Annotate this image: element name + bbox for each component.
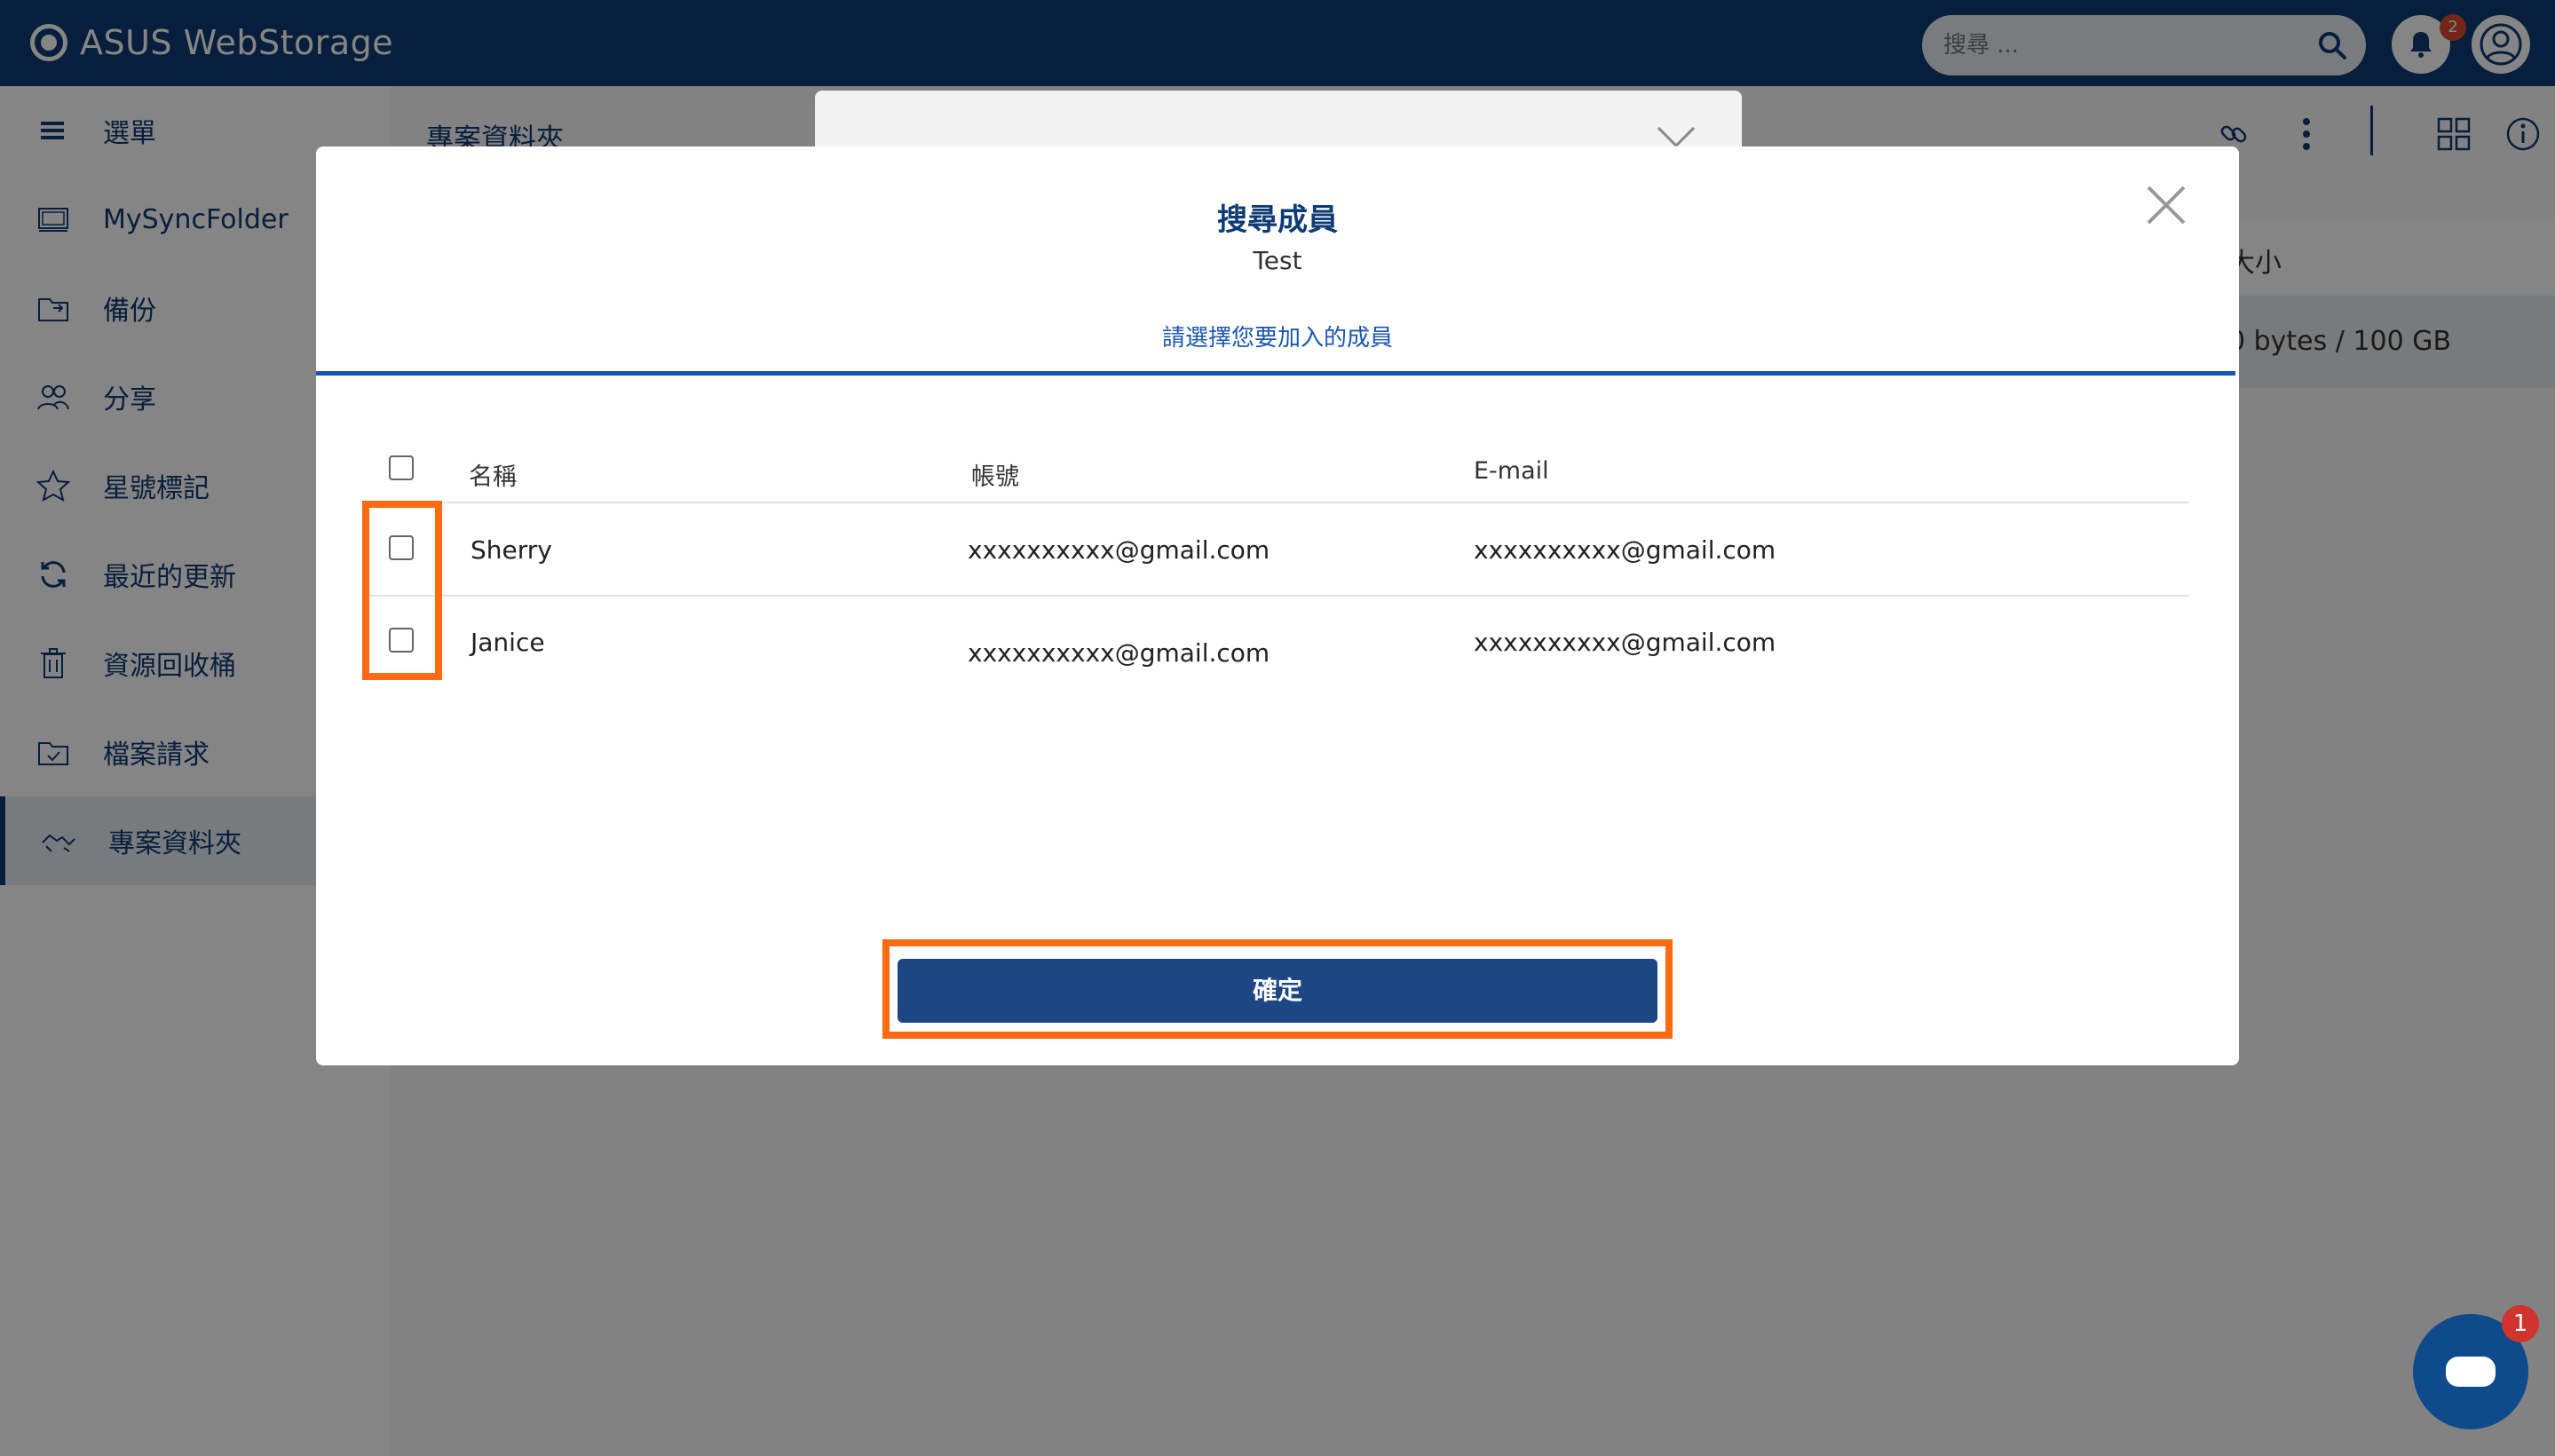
search-members-dialog: 搜尋成員 Test 請選擇您要加入的成員 名稱 帳號 E-mail Sherry… [316, 146, 2239, 1065]
member-email: xxxxxxxxxx@gmail.com [1474, 628, 1776, 657]
member-name: Janice [471, 628, 545, 657]
header-divider [366, 502, 2189, 503]
chat-badge: 1 [2502, 1305, 2539, 1342]
row-divider [366, 595, 2189, 597]
tab-underline [316, 371, 2235, 376]
chat-icon [2446, 1357, 2496, 1387]
tab-select-members[interactable]: 請選擇您要加入的成員 [316, 320, 2239, 352]
member-email: xxxxxxxxxx@gmail.com [1474, 535, 1776, 565]
column-header-email: E-mail [1474, 457, 1549, 485]
member-account: xxxxxxxxxx@gmail.com [968, 638, 1270, 668]
select-all-checkbox[interactable] [389, 455, 414, 480]
dialog-title: 搜尋成員 [1217, 202, 1338, 238]
member-name: Sherry [471, 535, 552, 565]
checkbox-highlight-box [362, 501, 442, 680]
column-header-account: 帳號 [971, 463, 1019, 491]
confirm-button[interactable]: 確定 [898, 959, 1657, 1023]
column-header-name: 名稱 [469, 463, 517, 491]
close-dialog-icon[interactable] [2145, 184, 2187, 226]
dialog-subtitle: Test [1253, 246, 1302, 275]
member-account: xxxxxxxxxx@gmail.com [968, 535, 1270, 565]
